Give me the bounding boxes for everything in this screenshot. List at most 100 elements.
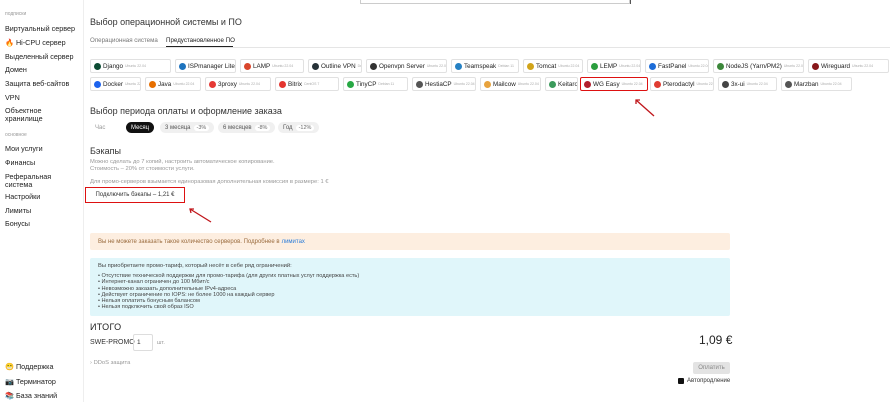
annotation-arrowhead-backups [189,208,194,214]
tomcat-logo-icon [527,62,534,70]
period-year[interactable]: Год -12% [278,122,320,133]
checkbox-checked-icon [678,378,684,384]
sidebar-item-limits[interactable]: Лимиты [5,207,31,215]
software-option-docker[interactable]: DockerUbuntu 22.04 [90,77,141,91]
3proxy-logo-icon [209,80,216,88]
backups-title: Бэкапы [90,146,121,156]
software-option-keitaro-io[interactable]: Keitaro.ioCentOS 8 Stream [545,77,578,91]
period-3-months[interactable]: 3 месяца -3% [160,122,215,133]
software-option-name: Docker [103,80,123,88]
period-6-months[interactable]: 6 месяцев -8% [218,122,276,133]
software-option-os: Debian 11 [378,82,395,86]
software-option-openvpn-server[interactable]: Openvpn Server Ubuntu 22.04 [366,59,447,73]
nodejs-yarn-pm2-logo-icon [717,62,724,70]
sidebar-item-vpn[interactable]: VPN [5,94,20,102]
3x-ui-logo-icon [722,80,729,88]
java-logo-icon [149,80,156,88]
software-option-wg-easy[interactable]: WG Easy Ubuntu 22.04 [580,77,648,91]
ddos-protection-label: DDoS защита [93,360,131,366]
sidebar-item-referral[interactable]: Реферальная система [5,173,80,189]
sidebar-item-settings[interactable]: Настройки [5,193,40,201]
software-option-name: FastPanel [658,62,687,70]
software-option-os: Ubuntu 22.04 [820,82,842,86]
software-option-name: WG Easy [593,80,620,88]
period-month[interactable]: Месяц [126,122,155,133]
software-option-java[interactable]: Java Ubuntu 22.04 [145,77,201,91]
django-logo-icon [94,62,101,70]
pay-button[interactable]: Оплатить [693,362,730,374]
sidebar-item-domain[interactable]: Домен [5,66,27,74]
software-option-os: Ubuntu 22.04 [621,82,643,86]
software-option-lamp[interactable]: LAMP Ubuntu 22.04 [240,59,304,73]
software-option-os: CentOS 7 [304,82,320,86]
software-option-marzban[interactable]: Marzban Ubuntu 22.04 [781,77,852,91]
software-option-lemp[interactable]: LEMP Ubuntu 22.04 [587,59,641,73]
software-option-django[interactable]: Django Ubuntu 22.04 [90,59,171,73]
sidebar-item-vps[interactable]: Виртуальный сервер [5,25,75,33]
software-option-name: Openvpn Server [379,62,425,70]
sidebar-item-website-protection[interactable]: Защита веб-сайтов [5,80,69,88]
software-option-os: Ubuntu 22.04 [238,82,260,86]
tab-os[interactable]: Операционная система [90,37,158,44]
software-option-name: Wireguard [821,62,851,70]
software-option-pterodactyl[interactable]: PterodactylUbuntu 22.04 [650,77,714,91]
annotation-arrowhead-os [635,99,640,104]
software-option-fastpanel[interactable]: FastPanel Ubuntu 22.04 [645,59,709,73]
quantity-unit: шт. [157,340,165,346]
sidebar-item-my-services[interactable]: Мои услуги [5,145,43,153]
software-option-name: Keitaro.io [558,80,578,88]
software-option-bitrix[interactable]: Bitrix CentOS 7 [275,77,339,91]
software-option-os: Ubuntu 22.04 [783,64,804,68]
lemp-logo-icon [591,62,598,70]
discount-badge: -3% [193,124,210,131]
sidebar-item-dedicated[interactable]: Выделенный сервер [5,53,74,61]
tab-preinstalled[interactable]: Предустановленное ПО [166,37,235,44]
software-option-tinycp[interactable]: TinyCP Debian 11 [343,77,408,91]
sidebar-item-knowledge-base[interactable]: 📚 База знаний [5,392,57,400]
software-option-wireguard[interactable]: Wireguard Ubuntu 22.04 [808,59,889,73]
sidebar-item-object-storage[interactable]: Объектное хранилище [5,107,80,123]
software-option-name: LEMP [600,62,618,70]
period-year-label: Год [283,124,293,131]
quantity-input[interactable]: 1 [133,334,153,351]
wg-easy-logo-icon [584,80,591,88]
software-option-os: Debian 11 [357,64,361,68]
discount-badge: -12% [295,124,315,131]
keitaro-io-logo-icon [549,80,556,88]
software-option-3x-ui[interactable]: 3x-ui Ubuntu 22.04 [718,77,777,91]
software-option-name: TinyCP [356,80,377,88]
period-section-title: Выбор периода оплаты и оформление заказа [90,106,282,116]
total-title: ИТОГО [90,322,122,332]
outline-vpn-logo-icon [312,62,319,70]
software-option-name: Pterodactyl [663,80,695,88]
wireguard-logo-icon [812,62,819,70]
software-option-os: Ubuntu 22.04 [517,82,539,86]
sidebar-item-finance[interactable]: Финансы [5,159,35,167]
software-option-tomcat[interactable]: Tomcat Ubuntu 22.04 [523,59,583,73]
software-option-hestiacp[interactable]: HestiaCP Ubuntu 22.04 [412,77,476,91]
period-hour[interactable]: Час [90,122,110,133]
backups-promo-note: Для промо-серверов взымается единоразова… [90,179,329,185]
sidebar-item-support[interactable]: 😁 Поддержка [5,363,53,371]
software-option-ispmanager-lite[interactable]: ISPmanager LiteUbuntu 22.04 [175,59,236,73]
enable-backups-button[interactable]: Подключить бэкапы – 1,21 € [85,187,185,203]
sidebar-item-hicpu[interactable]: 🔥 Hi-CPU сервер [5,39,66,47]
autorenew-checkbox[interactable]: Автопродление [678,378,730,384]
promo-restriction-item: Нельзя подключить свой образ ISO [98,304,722,310]
software-option-teamspeak[interactable]: Teamspeak Debian 11 [451,59,519,73]
sidebar-item-terminator[interactable]: 📷 Терминатор [5,378,56,386]
software-option-os: Ubuntu 22.04 [124,82,141,86]
software-option-name: LAMP [253,62,271,70]
tabs-divider [90,47,890,48]
software-option-name: Bitrix [288,80,302,88]
software-option-name: 3proxy [218,80,237,88]
software-option-nodejs-yarn-pm2[interactable]: NodeJS (Yarn/PM2) Ubuntu 22.04 [713,59,804,73]
software-option-outline-vpn[interactable]: Outline VPNDebian 11 [308,59,362,73]
software-option-mailcow[interactable]: Mailcow Ubuntu 22.04 [480,77,541,91]
software-option-3proxy[interactable]: 3proxy Ubuntu 22.04 [205,77,271,91]
ddos-protection-toggle[interactable]: › DDoS защита [90,360,130,366]
sidebar-section-subscriptions: подписки [5,11,27,17]
limits-link[interactable]: лимитах [282,239,305,245]
software-option-name: Teamspeak [464,62,497,70]
sidebar-item-bonuses[interactable]: Бонусы [5,220,30,228]
